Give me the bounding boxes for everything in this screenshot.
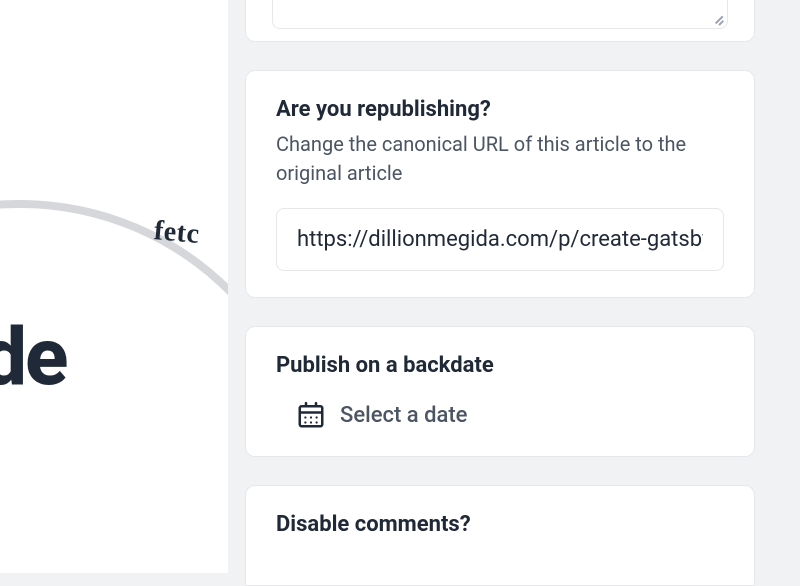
republish-card: Are you republishing? Change the canonic…: [245, 70, 755, 298]
disable-comments-title: Disable comments?: [276, 512, 724, 537]
calendar-icon: [296, 400, 326, 430]
republish-title: Are you republishing?: [276, 97, 724, 122]
preview-panel: fetc de: [0, 0, 228, 573]
select-date-button[interactable]: Select a date: [276, 400, 724, 430]
select-date-label: Select a date: [340, 403, 467, 428]
resize-handle-icon[interactable]: [711, 12, 723, 24]
settings-column: Are you republishing? Change the canonic…: [245, 0, 785, 573]
previous-card-stub: [245, 0, 755, 42]
textarea-field[interactable]: [272, 0, 728, 29]
diagram-label-fetch: fetc: [153, 215, 201, 251]
backdate-card: Publish on a backdate Select a date: [245, 326, 755, 457]
disable-comments-card: Disable comments?: [245, 485, 755, 586]
backdate-title: Publish on a backdate: [276, 353, 724, 378]
diagram-text-fragment: de: [0, 310, 66, 404]
republish-subtitle: Change the canonical URL of this article…: [276, 130, 724, 188]
canonical-url-input[interactable]: [276, 208, 724, 271]
